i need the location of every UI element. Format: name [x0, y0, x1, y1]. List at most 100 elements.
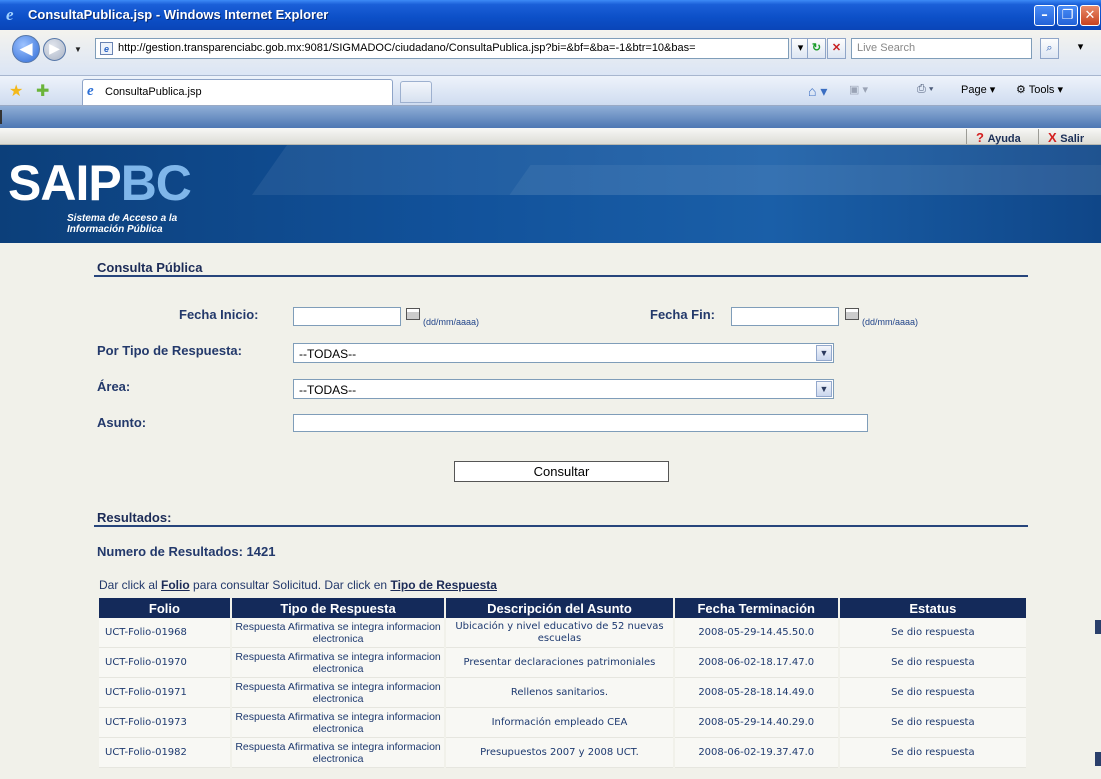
table-row: UCT-Folio-01982 Respuesta Afirmativa se …	[99, 738, 1026, 768]
header-banner: SAIPBC Sistema de Acceso a la Informació…	[0, 145, 1101, 243]
estatus-cell: Se dio respuesta	[839, 708, 1026, 738]
estatus-cell: Se dio respuesta	[839, 678, 1026, 708]
chevron-down-icon[interactable]: ▼	[816, 345, 832, 361]
results-table: Folio Tipo de Respuesta Descripción del …	[97, 598, 1028, 768]
area-label: Área:	[97, 379, 131, 394]
col-header-fecha: Fecha Terminación	[674, 598, 838, 618]
tools-menu[interactable]: ⚙ Tools ▾	[1016, 83, 1063, 96]
tipo-respuesta-label: Por Tipo de Respuesta:	[97, 343, 242, 358]
saipbc-logo: SAIPBC	[8, 155, 192, 211]
logo-bc: BC	[120, 155, 192, 211]
folio-cell[interactable]: UCT-Folio-01982	[99, 738, 230, 768]
feeds-icon[interactable]: ▣ ▾	[849, 83, 868, 96]
fecha-fin-input[interactable]	[731, 307, 839, 326]
stop-icon[interactable]: ✕	[827, 38, 846, 59]
table-row: UCT-Folio-01971 Respuesta Afirmativa se …	[99, 678, 1026, 708]
descripcion-cell: Presentar declaraciones patrimoniales	[446, 648, 673, 678]
search-options-icon[interactable]: ▾	[1060, 38, 1101, 59]
tipo-respuesta-value: --TODAS--	[299, 347, 357, 361]
tipo-respuesta-select[interactable]: --TODAS-- ▼	[293, 343, 834, 363]
exit-icon: X	[1048, 130, 1061, 145]
logo-subtitle-1: Sistema de Acceso a la	[67, 213, 178, 224]
fecha-fin-label: Fecha Fin:	[650, 307, 716, 322]
search-input[interactable]: Live Search	[851, 38, 1032, 59]
window-titlebar: e ConsultaPublica.jsp - Windows Internet…	[0, 0, 1101, 30]
side-marker	[1095, 752, 1101, 766]
descripcion-cell: Información empleado CEA	[446, 708, 673, 738]
descripcion-cell: Rellenos sanitarios.	[446, 678, 673, 708]
tools-menu-label: Tools ▾	[1028, 84, 1063, 96]
tipo-cell[interactable]: Respuesta Afirmativa se integra informac…	[231, 678, 445, 708]
tipo-cell[interactable]: Respuesta Afirmativa se integra informac…	[231, 648, 445, 678]
fecha-inicio-input[interactable]	[293, 307, 401, 326]
tab-consultapublica[interactable]: e ConsultaPublica.jsp	[82, 79, 393, 105]
results-count: Numero de Resultados: 1421	[97, 544, 276, 559]
col-header-estatus: Estatus	[839, 598, 1026, 618]
page-menu[interactable]: Page ▾	[961, 83, 995, 96]
fecha-cell: 2008-05-29-14.40.29.0	[674, 708, 838, 738]
calendar-icon[interactable]	[406, 308, 420, 320]
fecha-cell: 2008-06-02-18.17.47.0	[674, 648, 838, 678]
back-arrow-icon[interactable]: ◀	[12, 35, 40, 63]
folio-cell[interactable]: UCT-Folio-01968	[99, 618, 230, 648]
tab-bar: ★ ✚ e ConsultaPublica.jsp ⌂ ▾ ▣ ▾ ⎙ ▾ Pa…	[0, 76, 1101, 106]
minimize-button[interactable]: –	[1034, 5, 1055, 26]
forward-arrow-icon[interactable]: ▶	[43, 38, 66, 61]
folio-cell[interactable]: UCT-Folio-01971	[99, 678, 230, 708]
address-url: http://gestion.transparenciabc.gob.mx:90…	[118, 42, 696, 54]
page-icon: e	[100, 42, 113, 55]
tipo-link[interactable]: Tipo de Respuesta	[390, 578, 496, 592]
help-link[interactable]: ? Ayuda	[976, 130, 1021, 145]
favorites-star-icon[interactable]: ★	[9, 81, 23, 101]
estatus-cell: Se dio respuesta	[839, 648, 1026, 678]
page-content: ? Ayuda X Salir SAIPBC Sistema de Acceso…	[0, 106, 1101, 779]
ie-tab-icon: e	[87, 83, 94, 99]
table-row: UCT-Folio-01973 Respuesta Afirmativa se …	[99, 708, 1026, 738]
results-instructions: Dar click al Folio para consultar Solici…	[99, 578, 497, 592]
calendar-icon[interactable]	[845, 308, 859, 320]
banner-decoration	[509, 165, 1101, 195]
home-icon[interactable]: ⌂ ▾	[808, 83, 827, 100]
history-dropdown-icon[interactable]: ▼	[74, 45, 82, 54]
address-input[interactable]: e http://gestion.transparenciabc.gob.mx:…	[95, 38, 789, 59]
help-link-label: Ayuda	[987, 133, 1021, 145]
tools-gear-icon: ⚙	[1016, 84, 1029, 96]
exit-link[interactable]: X Salir	[1048, 130, 1084, 145]
tipo-cell[interactable]: Respuesta Afirmativa se integra informac…	[231, 708, 445, 738]
resultados-title: Resultados:	[97, 510, 172, 525]
section-divider	[94, 525, 1028, 527]
estatus-cell: Se dio respuesta	[839, 618, 1026, 648]
fecha-cell: 2008-05-28-18.14.49.0	[674, 678, 838, 708]
folio-cell[interactable]: UCT-Folio-01973	[99, 708, 230, 738]
help-icon: ?	[976, 130, 988, 145]
address-toolbar: ◀ ▶ ▼ e http://gestion.transparenciabc.g…	[0, 30, 1101, 76]
asunto-label: Asunto:	[97, 415, 147, 430]
instr-text-2: para consultar Solicitud. Dar click en	[189, 578, 391, 592]
close-button[interactable]: ✕	[1080, 5, 1100, 26]
area-value: --TODAS--	[299, 383, 357, 397]
window-title: ConsultaPublica.jsp - Windows Internet E…	[28, 7, 329, 22]
tipo-cell[interactable]: Respuesta Afirmativa se integra informac…	[231, 618, 445, 648]
maximize-button[interactable]: ❐	[1057, 5, 1078, 26]
col-header-descripcion: Descripción del Asunto	[446, 598, 673, 618]
descripcion-cell: Presupuestos 2007 y 2008 UCT.	[446, 738, 673, 768]
search-icon[interactable]: ⌕	[1040, 38, 1059, 59]
folio-link[interactable]: Folio	[161, 578, 190, 592]
chevron-down-icon[interactable]: ▼	[816, 381, 832, 397]
table-row: UCT-Folio-01970 Respuesta Afirmativa se …	[99, 648, 1026, 678]
consulta-title: Consulta Pública	[97, 260, 203, 275]
asunto-input[interactable]	[293, 414, 868, 432]
divider	[966, 129, 967, 144]
new-tab-button[interactable]	[400, 81, 432, 103]
refresh-icon[interactable]: ↻	[807, 38, 826, 59]
add-favorites-icon[interactable]: ✚	[36, 81, 49, 101]
divider	[1038, 129, 1039, 144]
consultar-button[interactable]: Consultar	[454, 461, 669, 482]
fecha-fin-hint: (dd/mm/aaaa)	[862, 317, 919, 327]
estatus-cell: Se dio respuesta	[839, 738, 1026, 768]
print-icon[interactable]: ⎙ ▾	[917, 83, 933, 96]
area-select[interactable]: --TODAS-- ▼	[293, 379, 834, 399]
tipo-cell[interactable]: Respuesta Afirmativa se integra informac…	[231, 738, 445, 768]
help-bar: ? Ayuda X Salir	[0, 128, 1101, 145]
folio-cell[interactable]: UCT-Folio-01970	[99, 648, 230, 678]
